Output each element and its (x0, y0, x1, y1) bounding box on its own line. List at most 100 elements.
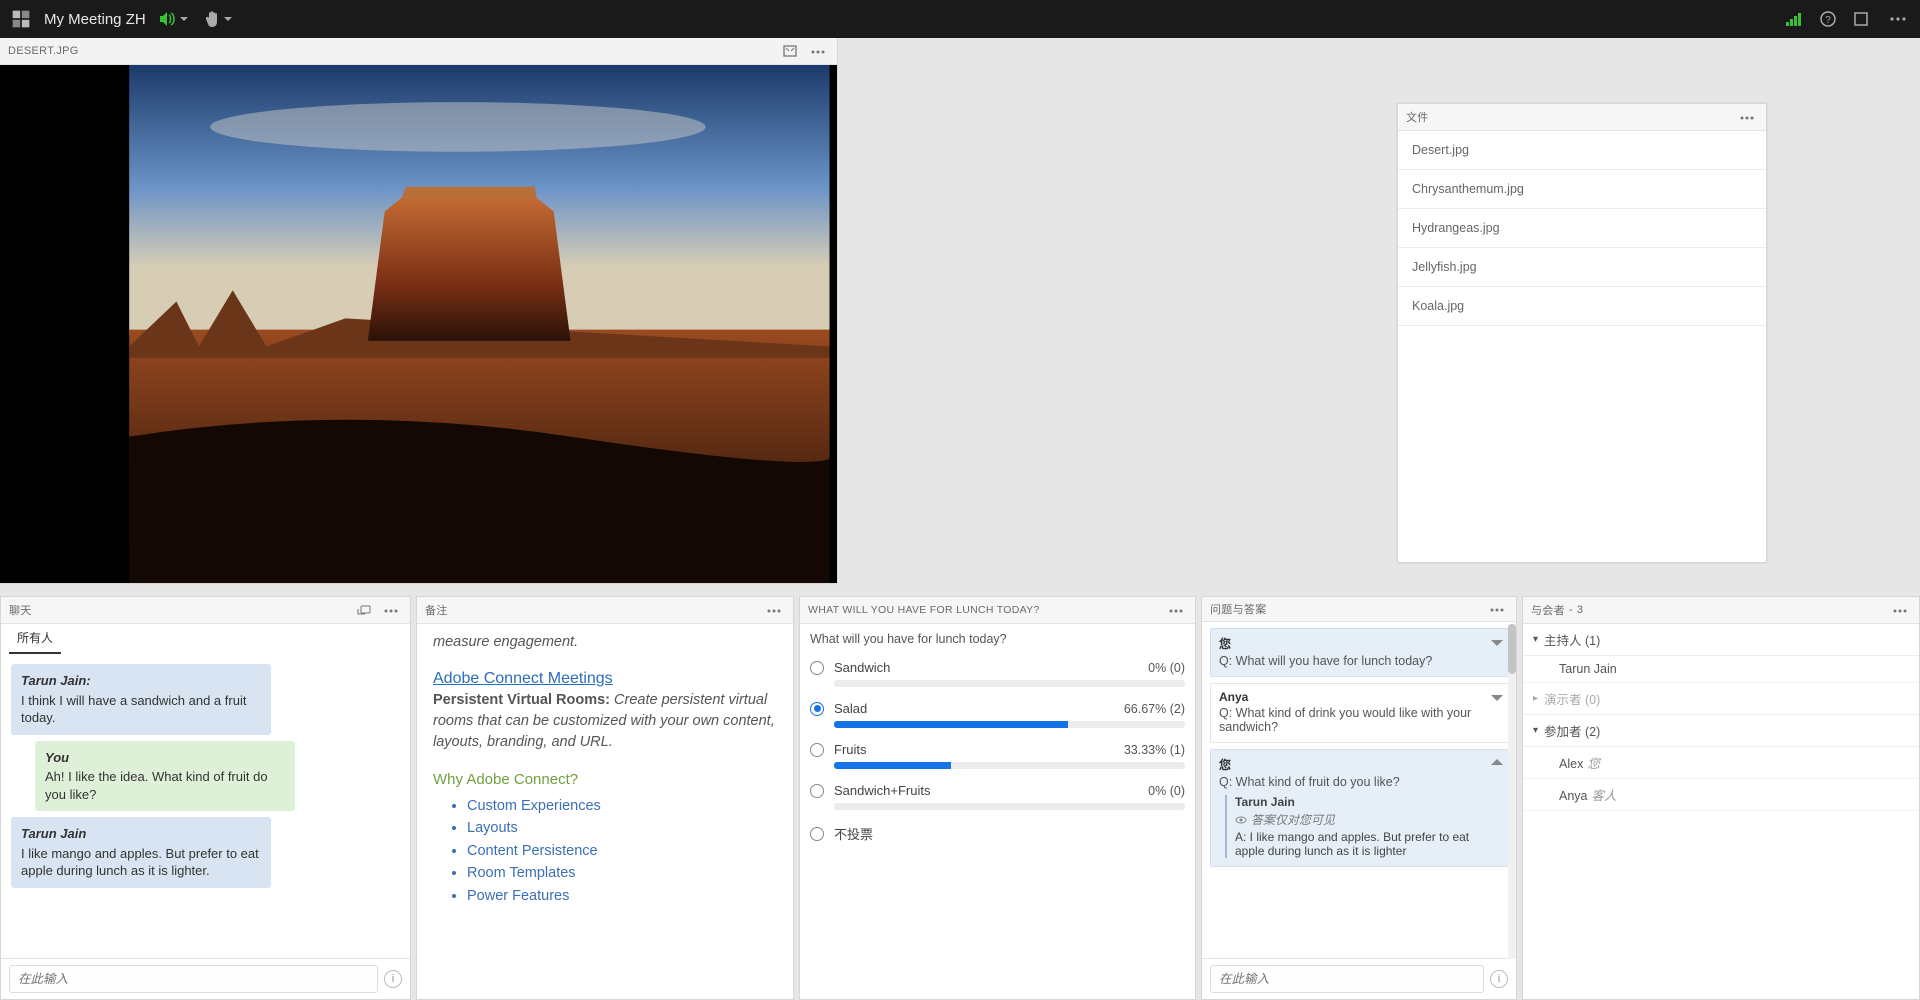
poll-option-label: Salad (834, 701, 1114, 716)
chat-pod: 聊天 所有人 Tarun Jain:I think I will have a … (0, 596, 411, 1000)
file-item[interactable]: Chrysanthemum.jpg (1398, 170, 1766, 209)
poll-option-label: Sandwich+Fruits (834, 783, 1138, 798)
attendee-group-header[interactable]: ▾参加者 (2) (1523, 715, 1919, 747)
radio-icon[interactable] (810, 702, 824, 716)
qna-question: Q: What kind of fruit do you like? (1219, 775, 1501, 789)
file-item[interactable]: Desert.jpg (1398, 131, 1766, 170)
speaker-icon[interactable] (160, 12, 188, 26)
chevron-down-icon[interactable] (1491, 635, 1503, 649)
titlebar: My Meeting ZH ? (0, 0, 1920, 38)
poll-option[interactable]: 不投票 (800, 818, 1195, 845)
chevron-up-icon[interactable] (1491, 756, 1503, 770)
share-image-viewport (0, 65, 837, 583)
poll-question: What will you have for lunch today? (800, 624, 1195, 654)
attendees-menu-icon[interactable] (1889, 600, 1911, 620)
qna-answer: Tarun Jain答案仅对您可见A: I like mango and app… (1225, 795, 1501, 858)
attendee-row[interactable]: Tarun Jain (1523, 656, 1919, 683)
raise-hand-icon[interactable] (206, 11, 232, 27)
svg-text:?: ? (1825, 15, 1831, 26)
meeting-title: My Meeting ZH (44, 11, 146, 28)
qna-menu-icon[interactable] (1486, 599, 1508, 619)
qna-input[interactable] (1210, 965, 1484, 993)
radio-icon[interactable] (810, 827, 824, 841)
poll-option-pct: 0% (0) (1148, 784, 1185, 798)
poll-option-pct: 33.33% (1) (1124, 743, 1185, 757)
chat-message: Tarun Jain:I think I will have a sandwic… (11, 664, 271, 735)
fullscreen-icon[interactable] (1854, 12, 1868, 26)
qna-question: Q: What will you have for lunch today? (1219, 654, 1501, 668)
chevron-down-icon: ▾ (1533, 634, 1538, 645)
chat-input[interactable] (9, 965, 378, 993)
chat-title: 聊天 (9, 602, 32, 618)
help-icon[interactable]: ? (1820, 11, 1836, 27)
files-menu-icon[interactable] (1736, 107, 1758, 127)
file-item[interactable]: Hydrangeas.jpg (1398, 209, 1766, 248)
chat-menu-icon[interactable] (380, 600, 402, 620)
chevron-down-icon: ▾ (1533, 725, 1538, 736)
share-fullscreen-icon[interactable] (783, 45, 797, 57)
poll-bar-track (834, 721, 1185, 728)
poll-bar-fill (834, 762, 951, 769)
qna-scrollbar-track[interactable] (1508, 624, 1516, 959)
qna-author: 您 (1219, 635, 1501, 652)
attendee-group-header[interactable]: ▾主持人 (1) (1523, 624, 1919, 656)
poll-option[interactable]: Sandwich0% (0) (800, 654, 1195, 677)
attendees-count: 3 (1577, 604, 1583, 616)
radio-icon[interactable] (810, 784, 824, 798)
radio-icon[interactable] (810, 661, 824, 675)
poll-bar-track (834, 680, 1185, 687)
qna-pod: 问题与答案 您 Q: What will you have for lunch t… (1201, 596, 1517, 1000)
poll-title: WHAT WILL YOU HAVE FOR LUNCH TODAY? (808, 604, 1040, 616)
poll-bar-fill (834, 721, 1068, 728)
chat-info-icon[interactable]: i (384, 970, 402, 988)
qna-question: Q: What kind of drink you would like wit… (1219, 706, 1501, 734)
qna-author: Anya (1219, 690, 1501, 704)
attendee-row[interactable]: Anya客人 (1523, 779, 1919, 811)
notes-bullet: Room Templates (467, 862, 777, 884)
share-pod: DESERT.JPG (0, 38, 838, 584)
files-pod: 文件 Desert.jpgChrysanthemum.jpgHydrangeas… (1397, 103, 1767, 563)
radio-icon[interactable] (810, 743, 824, 757)
chat-message: Tarun JainI like mango and apples. But p… (11, 817, 271, 888)
files-title: 文件 (1406, 109, 1429, 125)
qna-item[interactable]: 您 Q: What will you have for lunch today? (1210, 628, 1510, 677)
notes-title: 备注 (425, 602, 448, 618)
file-item[interactable]: Koala.jpg (1398, 287, 1766, 326)
poll-menu-icon[interactable] (1165, 600, 1187, 620)
qna-title: 问题与答案 (1210, 601, 1267, 617)
notes-content: measure engagement. Adobe Connect Meetin… (417, 624, 793, 999)
poll-option[interactable]: Salad 66.67% (2) (800, 695, 1195, 718)
notes-bullet: Custom Experiences (467, 795, 777, 817)
poll-bar-track (834, 803, 1185, 810)
poll-option-pct: 0% (0) (1148, 661, 1185, 675)
qna-item[interactable]: 您 Q: What kind of fruit do you like? Tarun… (1210, 749, 1510, 867)
poll-option-label: 不投票 (834, 824, 1175, 843)
file-item[interactable]: Jellyfish.jpg (1398, 248, 1766, 287)
qna-info-icon[interactable]: i (1490, 970, 1508, 988)
share-filename: DESERT.JPG (8, 45, 79, 57)
app-menu-icon[interactable] (1886, 13, 1910, 25)
chat-popout-icon[interactable] (356, 603, 372, 617)
chat-message: YouAh! I like the idea. What kind of fru… (35, 741, 295, 812)
signal-icon[interactable] (1786, 12, 1802, 26)
poll-bar-track (834, 762, 1185, 769)
poll-option[interactable]: Sandwich+Fruits 0% (0) (800, 777, 1195, 800)
poll-option-pct: 66.67% (2) (1124, 702, 1185, 716)
poll-option-label: Fruits (834, 742, 1114, 757)
qna-author: 您 (1219, 756, 1501, 773)
chat-tab-everyone[interactable]: 所有人 (9, 623, 61, 654)
attendee-row[interactable]: Alex您 (1523, 747, 1919, 779)
chevron-right-icon: ▸ (1533, 693, 1538, 704)
share-menu-icon[interactable] (807, 41, 829, 61)
qna-item[interactable]: Anya Q: What kind of drink you would like… (1210, 683, 1510, 743)
notes-menu-icon[interactable] (763, 600, 785, 620)
notes-link[interactable]: Adobe Connect Meetings (433, 667, 613, 690)
poll-pod: WHAT WILL YOU HAVE FOR LUNCH TODAY? What… (799, 596, 1196, 1000)
attendees-pod: 与会者 - 3 ▾主持人 (1)Tarun Jain▸演示者 (0)▾参加者 (… (1522, 596, 1920, 1000)
poll-option[interactable]: Fruits 33.33% (1) (800, 736, 1195, 759)
qna-scrollbar-thumb[interactable] (1508, 624, 1516, 674)
attendee-group-header[interactable]: ▸演示者 (0) (1523, 683, 1919, 715)
chevron-down-icon[interactable] (1491, 690, 1503, 704)
notes-bullet: Layouts (467, 817, 777, 839)
attendees-title: 与会者 (1531, 602, 1565, 618)
